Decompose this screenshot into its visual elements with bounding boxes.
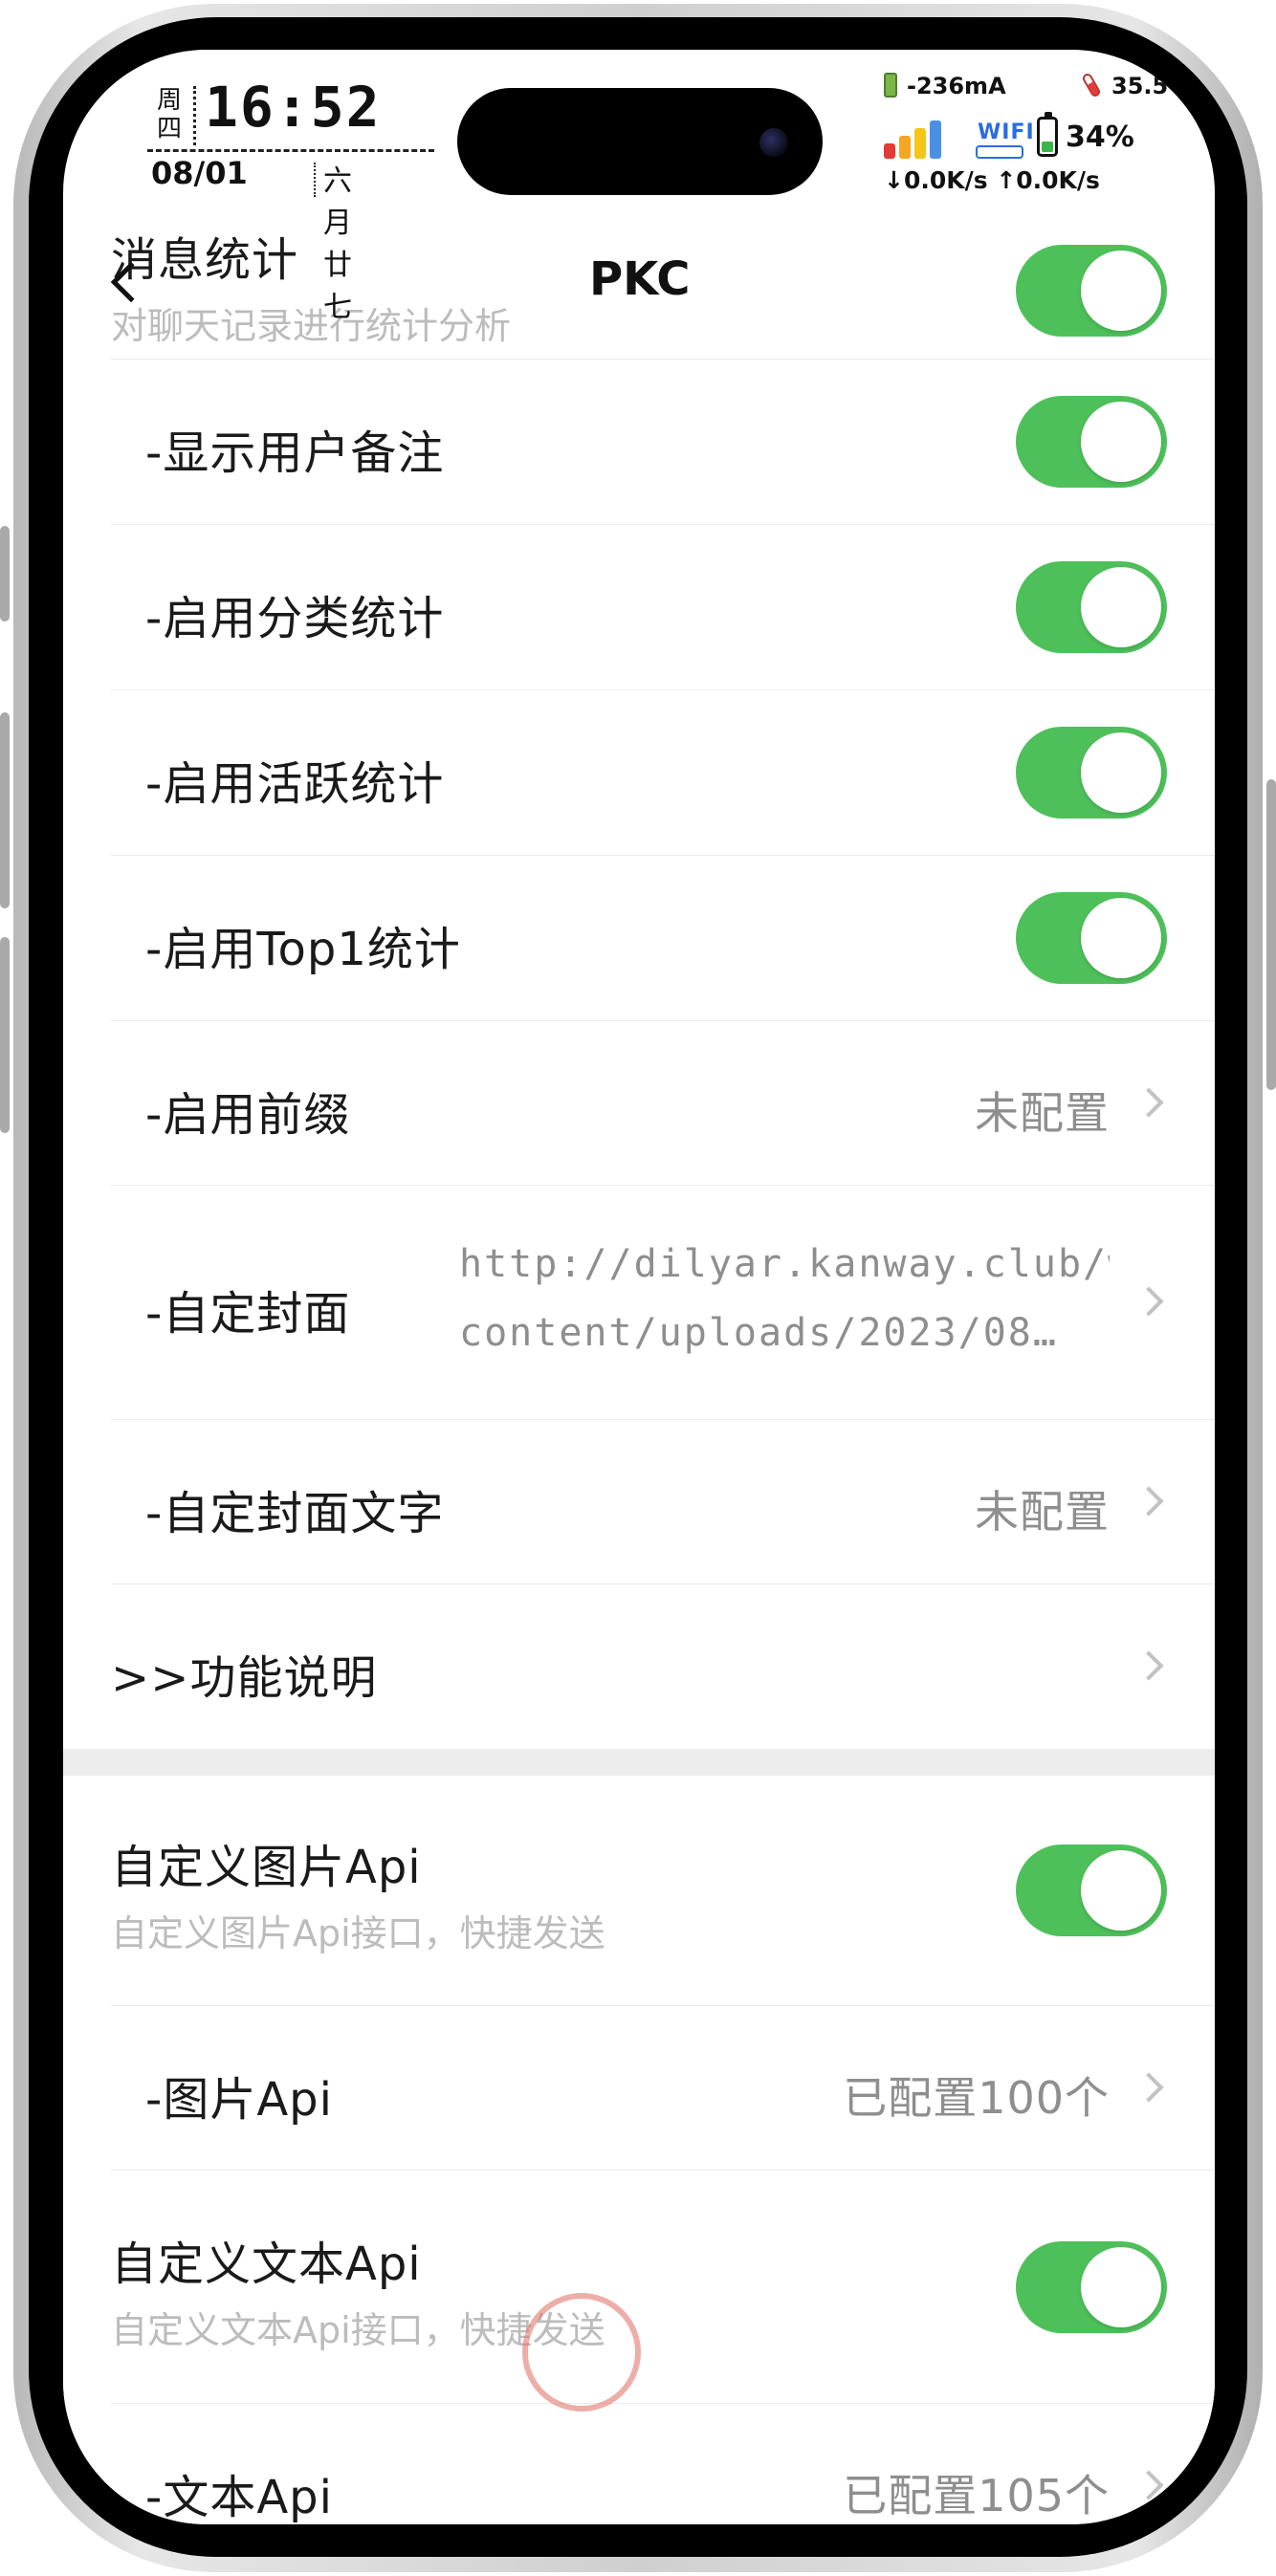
thermometer-icon <box>1081 72 1102 98</box>
row-label: -启用活跃统计 <box>145 757 445 811</box>
chevron-right-icon <box>1133 1486 1164 1517</box>
active-stats-toggle[interactable] <box>1016 727 1167 819</box>
settings-row-custom-cover[interactable]: -自定封面 http://dilyar.kanway.club/wp- cont… <box>63 1186 1215 1420</box>
row-label: -启用前缀 <box>145 1088 351 1142</box>
clock: 16:52 <box>205 75 382 140</box>
battery-icon <box>1037 112 1058 157</box>
settings-row-text-api[interactable]: 自定义文本Api 自定义文本Api接口，快捷发送 <box>63 2171 1215 2404</box>
screen: 周四 16:52 08/01 六月廿七 -236mA 35.5° WIFI 34… <box>63 50 1215 2524</box>
row-label: >>功能说明 <box>111 1651 378 1705</box>
row-label: -启用Top1统计 <box>145 923 461 976</box>
phone-frame: 周四 16:52 08/01 六月廿七 -236mA 35.5° WIFI 34… <box>0 0 1276 2576</box>
chevron-right-icon <box>1133 1286 1164 1317</box>
status-bar-right: -236mA 35.5° WIFI 34% ↓0.0K/s ↑0.0K/s <box>884 72 1190 197</box>
dynamic-island <box>457 88 823 195</box>
row-value: 未配置 <box>975 1087 1110 1139</box>
wifi-strength-icon <box>976 145 1023 159</box>
current-battery-icon <box>884 73 897 98</box>
network-speed: ↓0.0K/s ↑0.0K/s <box>884 166 1100 194</box>
volume-up-button <box>0 712 10 908</box>
row-value: 已配置100个 <box>843 2072 1110 2124</box>
battery-percent: 34% <box>1066 120 1134 154</box>
date: 08/01 <box>151 155 248 191</box>
cover-url-line-1: http://dilyar.kanway.club/wp- <box>459 1242 1110 1286</box>
top1-stats-toggle[interactable] <box>1016 892 1167 984</box>
row-label: -图片Api <box>145 2073 333 2127</box>
row-label: -文本Api <box>145 2471 333 2524</box>
row-subtitle: 对聊天记录进行统计分析 <box>111 305 512 347</box>
status-dash-line <box>147 149 434 152</box>
page-title: PKC <box>589 252 691 306</box>
settings-row-image-api-list[interactable]: -图片Api 已配置100个 <box>63 2006 1215 2171</box>
weekday: 周四 <box>156 86 182 143</box>
settings-row-cover-text[interactable]: -自定封面文字 未配置 <box>63 1420 1215 1584</box>
row-subtitle: 自定义图片Api接口，快捷发送 <box>111 1912 605 1954</box>
status-divider <box>193 86 196 145</box>
chevron-right-icon <box>1133 2072 1164 2103</box>
chevron-right-icon <box>1133 1650 1164 1681</box>
cover-url-line-2: content/uploads/2023/08… <box>459 1311 1058 1355</box>
show-remark-toggle[interactable] <box>1016 396 1167 488</box>
settings-row-active-stats[interactable]: -启用活跃统计 <box>63 690 1215 856</box>
row-label: -自定封面 <box>145 1287 351 1341</box>
settings-row-show-remark[interactable]: -显示用户备注 <box>63 360 1215 525</box>
row-label: 自定义文本Api <box>111 2238 422 2291</box>
category-stats-toggle[interactable] <box>1016 561 1167 653</box>
image-api-toggle[interactable] <box>1016 1845 1167 1936</box>
action-button <box>0 526 10 622</box>
settings-row-prefix[interactable]: -启用前缀 未配置 <box>63 1021 1215 1186</box>
power-button <box>1266 779 1276 1090</box>
message-stats-toggle[interactable] <box>1016 245 1167 337</box>
battery-current: -236mA <box>907 73 1006 99</box>
signal-icon <box>884 117 960 159</box>
text-api-toggle[interactable] <box>1016 2241 1167 2333</box>
chevron-right-icon <box>1133 2470 1164 2500</box>
row-label: -自定封面文字 <box>145 1487 445 1540</box>
row-label: -启用分类统计 <box>145 592 445 645</box>
status-divider-2 <box>314 163 316 197</box>
camera-icon <box>759 128 788 157</box>
wifi-icon: WIFI <box>978 120 1035 144</box>
volume-down-button <box>0 937 10 1133</box>
row-value: 已配置105个 <box>843 2470 1110 2521</box>
settings-row-image-api[interactable]: 自定义图片Api 自定义图片Api接口，快捷发送 <box>63 1776 1215 2006</box>
temperature: 35.5° <box>1111 73 1180 99</box>
row-value: 未配置 <box>975 1486 1110 1538</box>
section-divider <box>63 1749 1215 1776</box>
row-label: -显示用户备注 <box>145 426 445 480</box>
settings-row-category-stats[interactable]: -启用分类统计 <box>63 525 1215 690</box>
settings-row-text-api-list[interactable]: -文本Api 已配置105个 <box>63 2404 1215 2524</box>
touch-indicator <box>522 2293 641 2412</box>
settings-row-top1-stats[interactable]: -启用Top1统计 <box>63 856 1215 1021</box>
lunar-date: 六月廿七 <box>323 164 352 324</box>
settings-row-help[interactable]: >>功能说明 <box>63 1584 1215 1749</box>
chevron-right-icon <box>1133 1087 1164 1118</box>
row-label: 自定义图片Api <box>111 1841 422 1894</box>
